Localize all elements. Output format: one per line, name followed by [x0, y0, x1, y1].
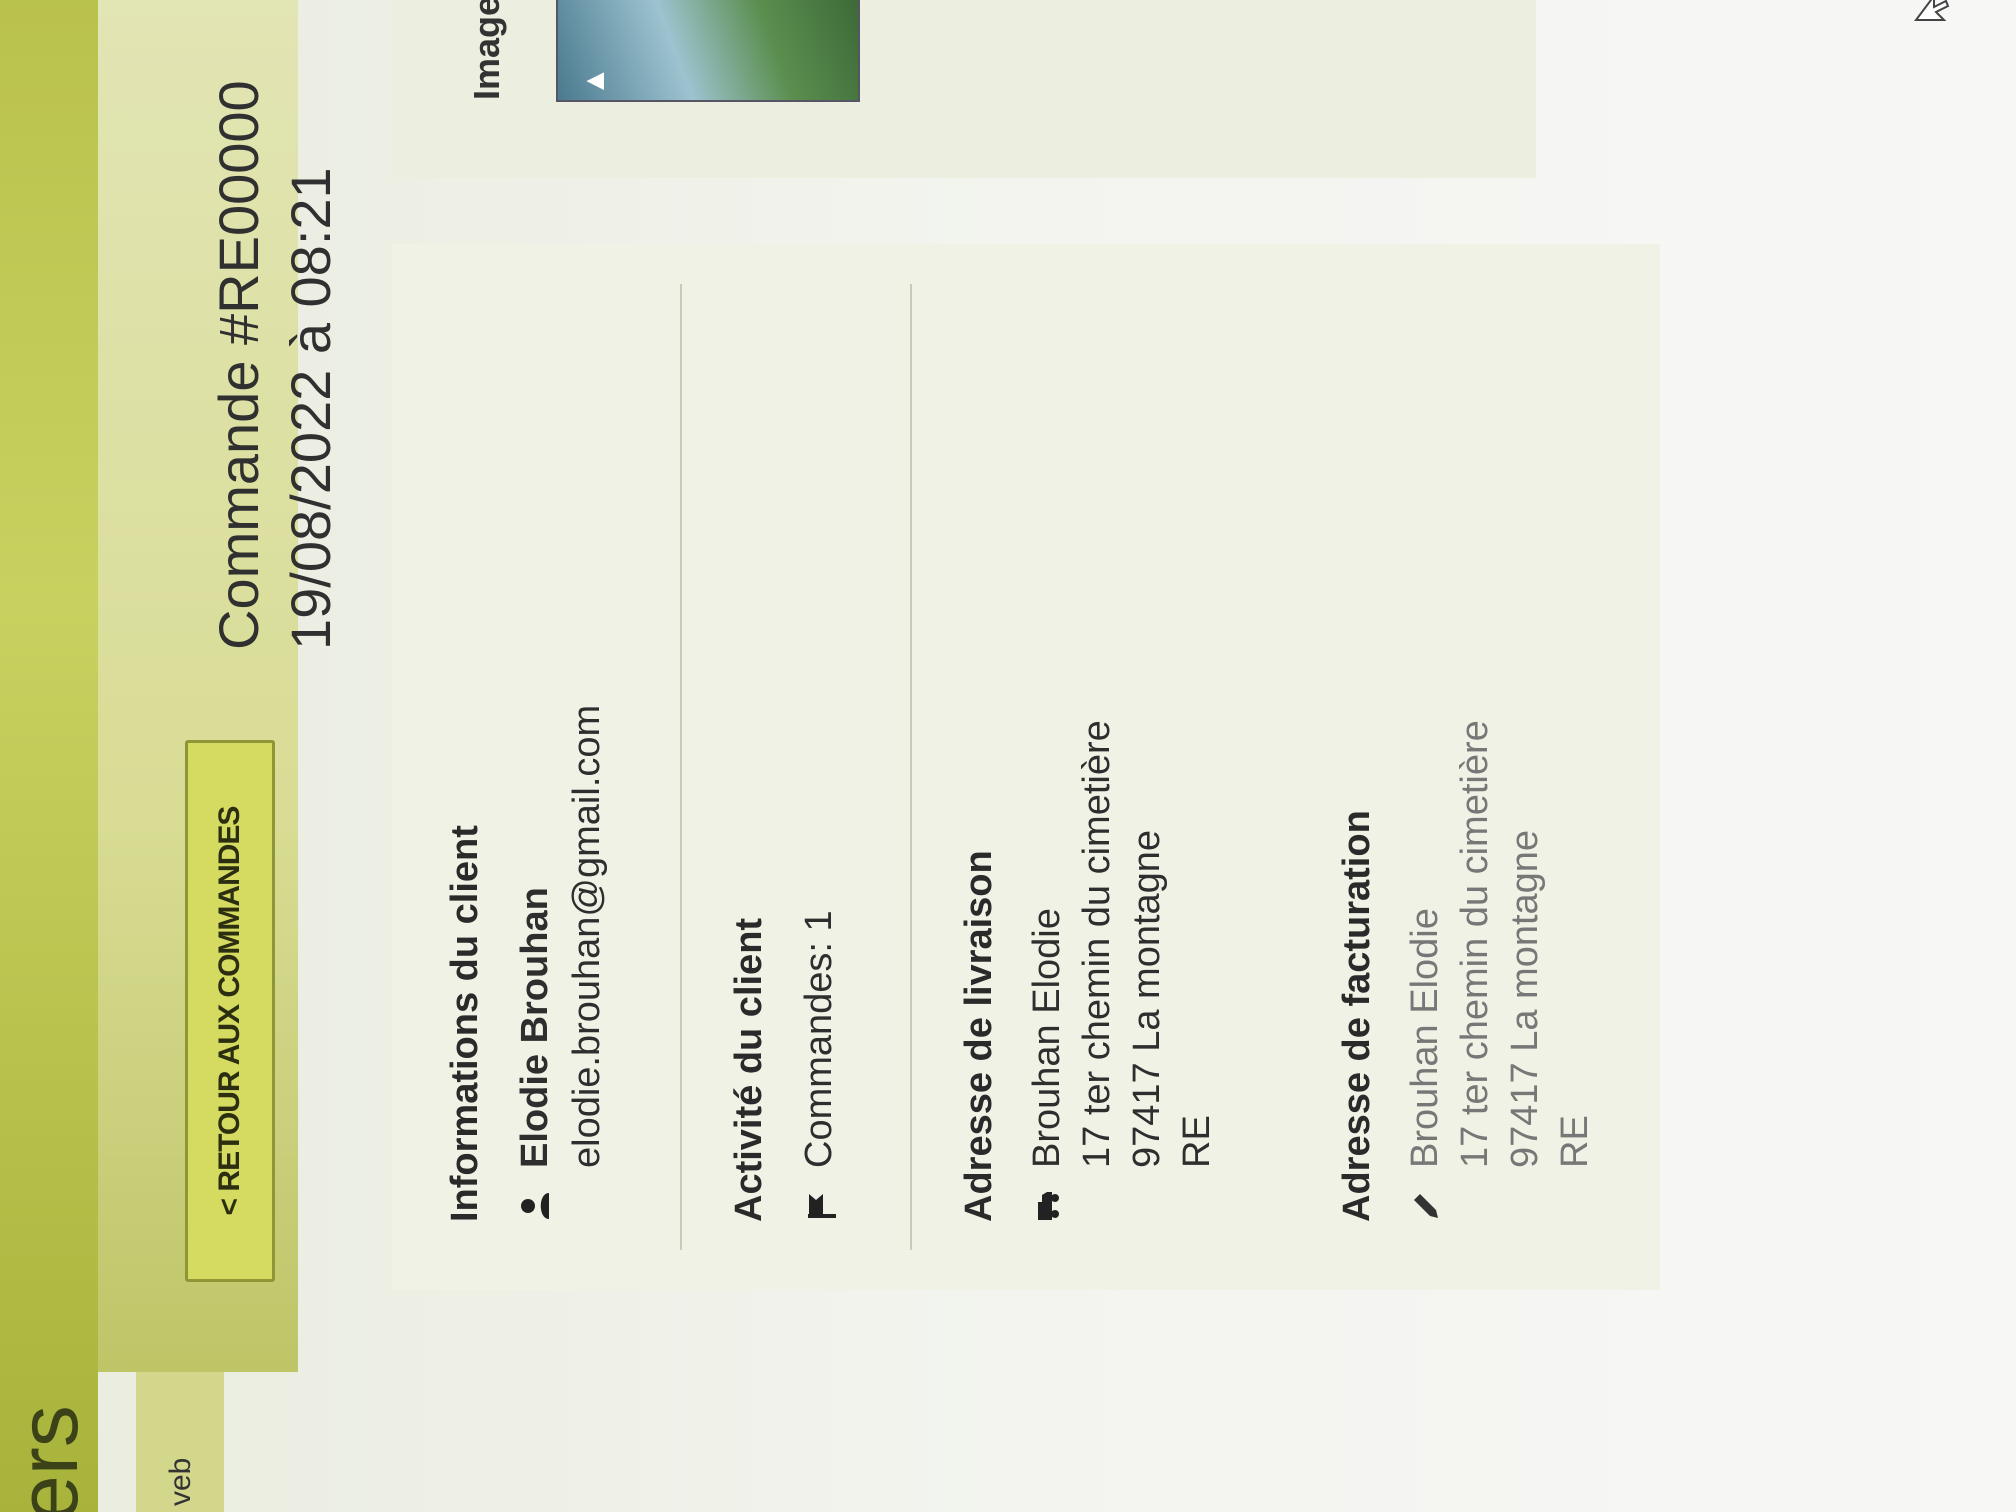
flag-icon — [808, 1194, 836, 1218]
order-title: Commande #RE00000 — [207, 80, 270, 650]
game-logo: ▲ — [578, 66, 611, 96]
billing-line: 17 ter chemin du cimetière — [1454, 720, 1496, 1168]
client-name: Elodie Brouhan — [514, 887, 556, 1168]
billing-line: 97417 La montagne — [1504, 829, 1546, 1168]
back-to-orders-button[interactable]: < RETOUR AUX COMMANDES — [185, 740, 275, 1282]
shipping-line: 17 ter chemin du cimetière — [1076, 720, 1118, 1168]
top-bar: ers — [0, 0, 98, 1512]
client-email[interactable]: elodie.brouhan@gmail.com — [566, 705, 609, 1168]
shipping-line: 97417 La montagne — [1126, 829, 1168, 1168]
client-orders-count: Commandes: 1 — [798, 910, 840, 1168]
pencil-icon — [1414, 1194, 1438, 1218]
product-image[interactable]: ▲ — [556, 0, 860, 102]
tab-web-label: veb — [164, 1457, 197, 1506]
shipping-line: RE — [1176, 1115, 1218, 1168]
app-title: ers — [1, 1405, 95, 1512]
divider — [910, 284, 912, 1250]
image-column-header: Image — [466, 0, 507, 100]
tab-web[interactable]: veb — [136, 1372, 224, 1512]
shipping-line: Brouhan Elodie — [1026, 908, 1068, 1168]
divider — [680, 284, 682, 1250]
billing-line: RE — [1554, 1115, 1596, 1168]
client-info-heading: Informations du client — [444, 825, 486, 1222]
user-icon — [521, 1193, 549, 1219]
shipping-address-heading: Adresse de livraison — [958, 850, 1000, 1222]
order-detail-page: ers veb < RETOUR AUX COMMANDES Commande … — [0, 0, 2016, 1512]
billing-line: Brouhan Elodie — [1404, 908, 1446, 1168]
order-date: 19/08/2022 à 08:21 — [279, 167, 342, 650]
billing-address-heading: Adresse de facturation — [1336, 810, 1378, 1222]
client-activity-heading: Activité du client — [728, 917, 770, 1222]
truck-icon — [1038, 1192, 1059, 1220]
cursor-icon — [1914, 0, 1950, 21]
